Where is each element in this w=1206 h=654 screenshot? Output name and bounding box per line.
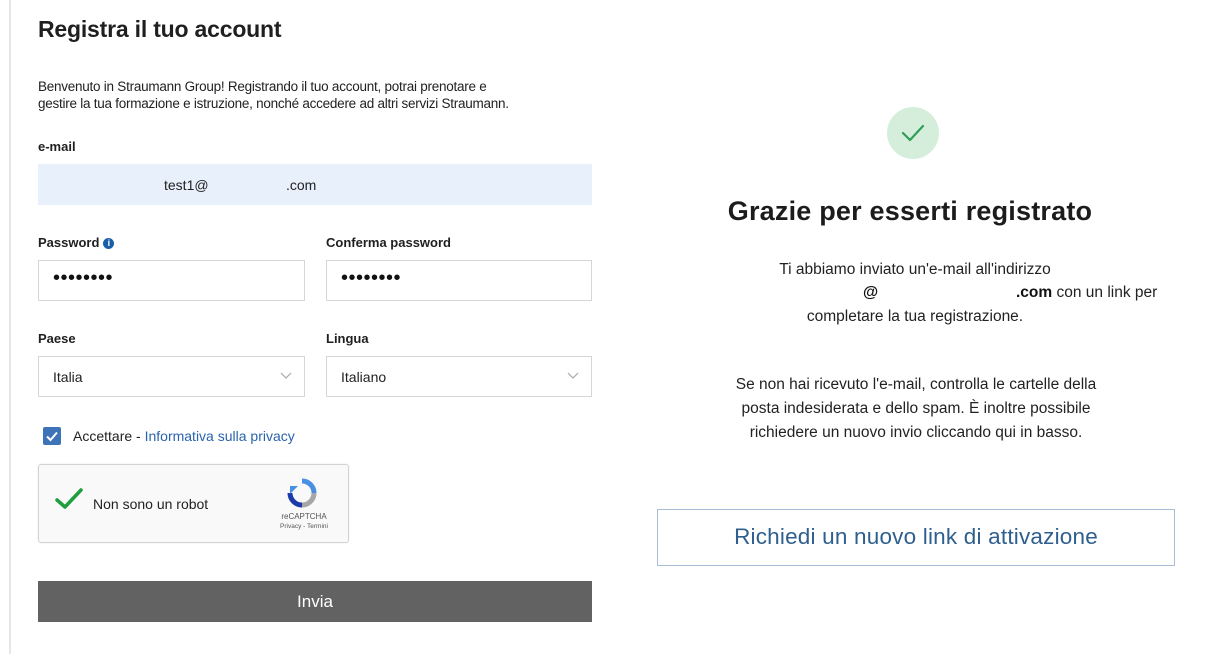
consent-label: Accettare - [73, 428, 145, 444]
confirmation-email-at: @ [863, 284, 879, 301]
password-field[interactable]: •••••••• [38, 260, 305, 301]
confirmation-title: Grazie per esserti registrato [727, 196, 1093, 226]
recaptcha-brand: reCAPTCHA [281, 512, 327, 521]
success-check-icon [901, 124, 925, 142]
spam-hint-line-2: posta indesiderata e dello spam. È inolt… [741, 400, 1091, 417]
captcha-checkmark-icon[interactable] [54, 487, 84, 511]
email-value-local: test1@ [164, 177, 209, 193]
left-border-line [9, 0, 11, 654]
form-title: Registra il tuo account [38, 16, 282, 42]
confirmation-line-2-tail: con un link per [1052, 284, 1158, 301]
privacy-checkbox[interactable] [43, 427, 61, 445]
intro-text: Benvenuto in Straumann Group! Registrand… [38, 78, 598, 112]
password-value: •••••••• [53, 267, 114, 289]
country-selected-value: Italia [53, 369, 83, 385]
password-label: Password i [38, 235, 115, 250]
recaptcha-logo-icon [287, 478, 317, 508]
language-selected-value: Italiano [341, 369, 387, 385]
recaptcha-widget: Non sono un robot reCAPTCHA Privacy - Te… [38, 464, 349, 543]
checkmark-icon [46, 431, 58, 442]
resend-activation-link-button[interactable]: Richiedi un nuovo link di attivazione [657, 509, 1175, 566]
email-domain: .com [1016, 284, 1053, 301]
confirm-password-field[interactable]: •••••••• [326, 260, 592, 301]
chevron-down-icon [567, 372, 579, 379]
password-label-text: Password [38, 235, 100, 250]
chevron-down-icon [280, 372, 292, 379]
spam-hint-line-1: Se non hai ricevuto l'e-mail, controlla … [735, 376, 1097, 393]
spam-hint-text: Se non hai ricevuto l'e-mail, controlla … [658, 373, 1174, 445]
email-field[interactable]: test1@ .com [38, 164, 592, 205]
submit-button[interactable]: Invia [38, 581, 592, 622]
language-select[interactable]: Italiano [326, 356, 592, 397]
intro-line-2: gestire la tua formazione e istruzione, … [38, 96, 509, 111]
confirm-password-label: Conferma password [326, 235, 451, 250]
language-label: Lingua [326, 331, 369, 346]
recaptcha-terms[interactable]: Privacy - Termini [272, 523, 336, 530]
privacy-policy-link[interactable]: Informativa sulla privacy [145, 428, 295, 444]
success-badge [887, 107, 939, 159]
privacy-consent-text: Accettare - Informativa sulla privacy [73, 428, 295, 444]
confirmation-email-domain: .com con un link per [1016, 284, 1157, 302]
confirm-password-value: •••••••• [341, 267, 402, 289]
intro-line-1: Benvenuto in Straumann Group! Registrand… [38, 79, 487, 94]
info-icon[interactable]: i [103, 238, 115, 249]
confirmation-line-1: Ti abbiamo inviato un'e-mail all'indiriz… [779, 261, 1051, 278]
email-label: e-mail [38, 139, 76, 154]
spam-hint-line-3: richiedere un nuovo invio cliccando qui … [749, 424, 1083, 441]
country-select[interactable]: Italia [38, 356, 305, 397]
email-value-domain: .com [286, 177, 317, 193]
confirmation-line-3: completare la tua registrazione. [806, 308, 1024, 325]
country-label: Paese [38, 331, 76, 346]
captcha-label: Non sono un robot [93, 496, 209, 512]
